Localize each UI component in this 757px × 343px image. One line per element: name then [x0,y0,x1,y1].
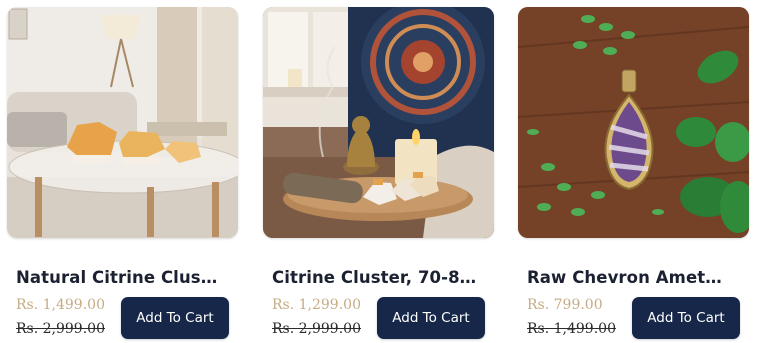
original-price: Rs. 2,999.00 [16,321,105,337]
product-title[interactable]: Raw Chevron Amethyst... [527,268,732,287]
add-to-cart-button[interactable]: Add To Cart [377,297,485,339]
product-title[interactable]: Citrine Cluster, 70-80 g [272,268,477,287]
product-image-citrine-cluster[interactable] [7,7,238,238]
add-to-cart-button[interactable]: Add To Cart [121,297,229,339]
living-room-citrine-photo [7,7,238,238]
product-card: Raw Chevron Amethyst... Rs. 799.00 Rs. 1… [516,0,752,343]
original-price: Rs. 2,999.00 [272,321,361,337]
product-image-chevron-amethyst[interactable] [518,7,749,238]
add-to-cart-button[interactable]: Add To Cart [632,297,740,339]
sale-price: Rs. 1,299.00 [272,297,361,313]
product-card: Natural Citrine Cluster... Rs. 1,499.00 … [5,0,241,343]
product-title[interactable]: Natural Citrine Cluster... [16,268,221,287]
sale-price: Rs. 799.00 [527,297,603,313]
product-card: Citrine Cluster, 70-80 g Rs. 1,299.00 Rs… [261,0,497,343]
sale-price: Rs. 1,499.00 [16,297,105,313]
product-image-citrine-cluster-70-80g[interactable] [263,7,494,238]
original-price: Rs. 1,499.00 [527,321,616,337]
altar-candle-buddha-photo [263,7,494,238]
amethyst-pendant-photo [518,7,749,238]
product-grid: Natural Citrine Cluster... Rs. 1,499.00 … [0,0,757,343]
